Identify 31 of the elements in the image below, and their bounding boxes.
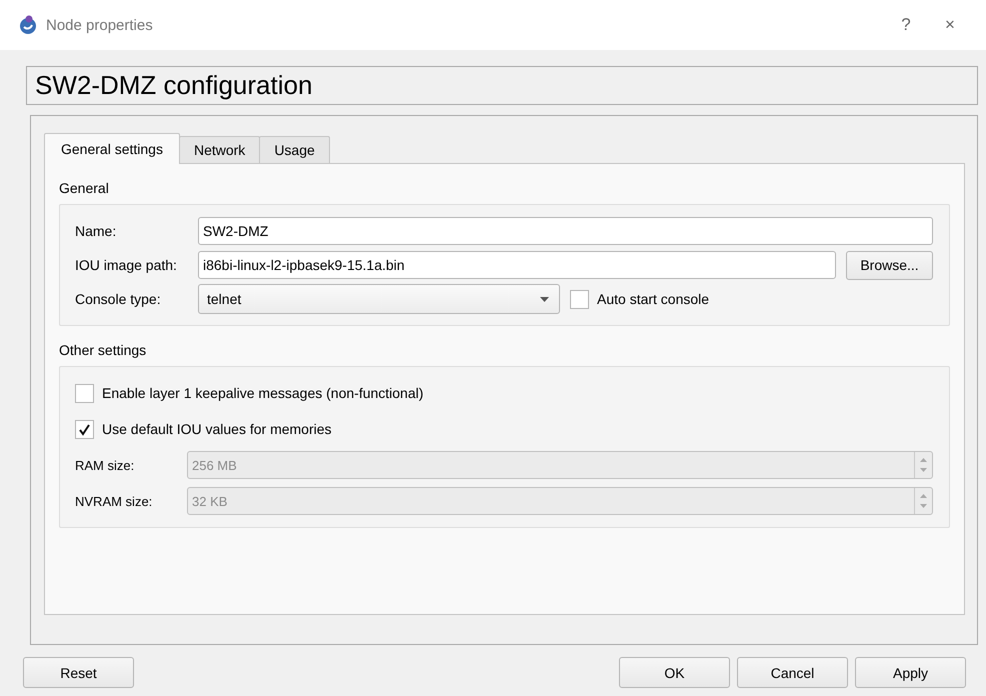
field-label: IOU image path: bbox=[75, 257, 178, 273]
field-label: Console type: bbox=[75, 291, 162, 307]
checkbox-label: Enable layer 1 keepalive messages (non-functional) bbox=[102, 385, 424, 401]
close-button[interactable]: × bbox=[928, 14, 972, 36]
section-title: Other settings bbox=[59, 342, 148, 358]
field-label: Name: bbox=[75, 223, 118, 239]
section-title: General bbox=[59, 180, 110, 196]
tab[interactable]: Network bbox=[178, 136, 260, 163]
app-icon bbox=[18, 15, 38, 35]
browse-button[interactable]: Browse... bbox=[846, 250, 933, 280]
checkbox[interactable] bbox=[570, 290, 589, 308]
dialog-button[interactable]: OK bbox=[619, 657, 730, 688]
window-title: Node properties bbox=[46, 16, 154, 34]
dialog-button[interactable]: Cancel bbox=[737, 657, 848, 688]
input-field[interactable]: SW2-DMZ bbox=[198, 217, 933, 245]
checkbox[interactable] bbox=[75, 420, 94, 438]
help-button[interactable]: ? bbox=[884, 14, 928, 36]
field-label: RAM size: bbox=[75, 458, 136, 472]
input-field[interactable]: i86bi-linux-l2-ipbasek9-15.1a.bin bbox=[198, 251, 836, 279]
caret-icon bbox=[540, 296, 549, 302]
dialog-button[interactable]: Apply bbox=[855, 657, 966, 688]
dropdown[interactable]: telnet bbox=[198, 284, 560, 314]
checkbox-label: Use default IOU values for memories bbox=[102, 421, 332, 437]
tab[interactable]: General settings bbox=[44, 133, 180, 164]
config-header: SW2-DMZ configuration bbox=[26, 66, 978, 105]
tab[interactable]: Usage bbox=[259, 136, 330, 163]
field-label: NVRAM size: bbox=[75, 494, 154, 508]
reset-button[interactable]: Reset bbox=[23, 657, 134, 688]
checkbox[interactable] bbox=[75, 384, 94, 402]
check-icon bbox=[78, 422, 91, 436]
checkbox-label: Auto start console bbox=[597, 291, 710, 307]
